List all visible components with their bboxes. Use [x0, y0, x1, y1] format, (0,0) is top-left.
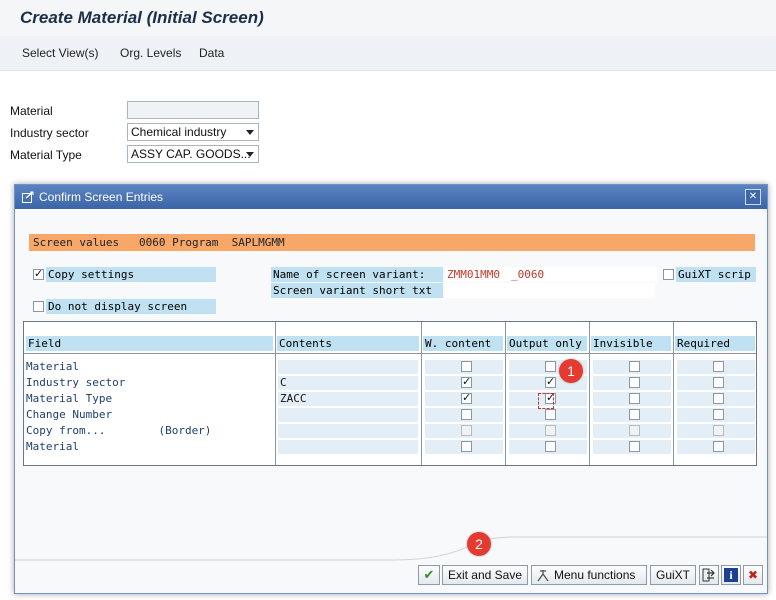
confirm-screen-entries-dialog: Confirm Screen Entries ✕ Screen values 0…	[14, 184, 768, 594]
table-cell-field: Material Type	[26, 392, 113, 405]
info-icon: i	[724, 568, 738, 582]
exit-and-save-button[interactable]: Exit and Save	[442, 565, 528, 585]
variant-suffix-input[interactable]: _0060	[509, 267, 657, 282]
menu-functions-label: Menu functions	[554, 568, 636, 582]
w-content-checkbox[interactable]	[461, 425, 472, 436]
output-only-checkbox[interactable]	[545, 425, 556, 436]
table-row: Material Type ZACC	[24, 391, 756, 407]
do-not-display-checkbox[interactable]	[33, 301, 44, 312]
table-cell-field: Material	[26, 360, 79, 373]
guixt-label: GuiXT scrip	[676, 267, 756, 282]
table-cell-contents[interactable]: ZACC	[280, 391, 307, 407]
material-input[interactable]	[127, 101, 259, 119]
required-checkbox[interactable]	[713, 361, 724, 372]
table-row: Industry sector C	[24, 375, 756, 391]
required-checkbox[interactable]	[713, 425, 724, 436]
table-row: Material	[24, 359, 756, 375]
invisible-checkbox[interactable]	[629, 441, 640, 452]
screen-fields-table: Field Contents W. content Output only In…	[23, 321, 757, 466]
screen-values-strip: Screen values 0060 Program SAPLMGMM	[29, 234, 755, 251]
material-label: Material	[10, 104, 53, 118]
table-cell-field: Industry sector	[26, 376, 126, 389]
confirm-icon[interactable]: ✔	[418, 565, 440, 585]
table-cell-contents-bg	[278, 440, 418, 454]
menu-org-levels[interactable]: Org. Levels	[120, 46, 181, 60]
menu-select-views[interactable]: Select View(s)	[22, 46, 98, 60]
screen-values-text: Screen values 0060 Program SAPLMGMM	[33, 236, 285, 249]
page-title: Create Material (Initial Screen)	[20, 8, 264, 27]
column-header-field[interactable]: Field	[26, 336, 273, 351]
variant-name-label: Name of screen variant:	[271, 267, 443, 282]
material-type-value: ASSY CAP. GOODS...	[131, 147, 251, 161]
do-not-display-label: Do not display screen	[46, 299, 216, 314]
annotation-badge-2: 2	[467, 532, 491, 556]
variant-short-input[interactable]	[445, 283, 655, 298]
copy-settings-label: Copy settings	[46, 267, 216, 282]
table-cell-contents-bg	[278, 360, 418, 374]
copy-settings-checkbox[interactable]	[33, 267, 44, 280]
toolbar-separator	[15, 536, 767, 561]
menu-bar	[0, 36, 776, 71]
table-row: Material	[24, 439, 756, 455]
column-header-contents[interactable]: Contents	[277, 336, 419, 351]
dialog-header: Confirm Screen Entries ✕	[15, 185, 767, 209]
w-content-checkbox[interactable]	[461, 361, 472, 372]
cancel-icon[interactable]: ✖	[743, 565, 763, 585]
variant-short-label: Screen variant short txt	[271, 283, 443, 298]
screen-transfer-button[interactable]	[699, 565, 719, 585]
column-header-output-only[interactable]: Output only	[507, 336, 587, 351]
chevron-down-icon	[246, 152, 254, 157]
invisible-checkbox[interactable]	[629, 361, 640, 372]
output-only-checkbox[interactable]	[545, 361, 556, 372]
dialog-icon	[22, 191, 34, 203]
column-header-invisible[interactable]: Invisible	[591, 336, 671, 351]
required-checkbox[interactable]	[713, 441, 724, 452]
table-cell-contents-bg	[278, 408, 418, 422]
highlight-box	[538, 393, 554, 409]
table-row: Copy from... (Border)	[24, 423, 756, 439]
invisible-checkbox[interactable]	[629, 425, 640, 436]
w-content-checkbox[interactable]	[461, 391, 472, 404]
invisible-checkbox[interactable]	[629, 393, 640, 404]
chevron-down-icon	[246, 130, 254, 135]
column-header-w-content[interactable]: W. content	[423, 336, 503, 351]
guixt-button[interactable]: GuiXT	[650, 565, 696, 585]
required-checkbox[interactable]	[713, 409, 724, 420]
info-button[interactable]: i	[721, 565, 741, 585]
close-icon[interactable]: ✕	[745, 189, 761, 205]
table-cell-contents[interactable]: C	[280, 375, 287, 391]
table-cell-field: Copy from... (Border)	[26, 424, 212, 437]
industry-sector-label: Industry sector	[10, 126, 89, 140]
menu-functions-button[interactable]: Menu functions	[531, 565, 647, 585]
dialog-title: Confirm Screen Entries	[39, 190, 164, 204]
column-header-required[interactable]: Required	[675, 336, 755, 351]
invisible-checkbox[interactable]	[629, 409, 640, 420]
table-cell-contents-bg	[278, 424, 418, 438]
w-content-checkbox[interactable]	[461, 441, 472, 452]
table-cell-field: Material	[26, 440, 79, 453]
annotation-badge-1: 1	[559, 359, 583, 383]
material-type-dropdown[interactable]: ASSY CAP. GOODS...	[127, 145, 259, 163]
arrows-transfer-icon	[702, 568, 715, 582]
invisible-checkbox[interactable]	[629, 377, 640, 388]
guixt-checkbox[interactable]	[663, 269, 674, 280]
output-only-checkbox[interactable]	[545, 375, 556, 388]
table-cell-field: Change Number	[26, 408, 113, 421]
w-content-checkbox[interactable]	[461, 375, 472, 388]
required-checkbox[interactable]	[713, 377, 724, 388]
table-cell-contents-bg	[278, 376, 418, 390]
variant-name-input[interactable]: ZMM01MM0	[445, 267, 509, 282]
industry-sector-dropdown[interactable]: Chemical industry	[127, 123, 259, 141]
menu-functions-icon	[537, 570, 549, 582]
output-only-checkbox[interactable]	[545, 441, 556, 452]
w-content-checkbox[interactable]	[461, 409, 472, 420]
output-only-checkbox[interactable]	[545, 409, 556, 420]
menu-data[interactable]: Data	[199, 46, 224, 60]
material-type-label: Material Type	[10, 148, 82, 162]
table-row: Change Number	[24, 407, 756, 423]
industry-sector-value: Chemical industry	[131, 125, 227, 139]
required-checkbox[interactable]	[713, 393, 724, 404]
